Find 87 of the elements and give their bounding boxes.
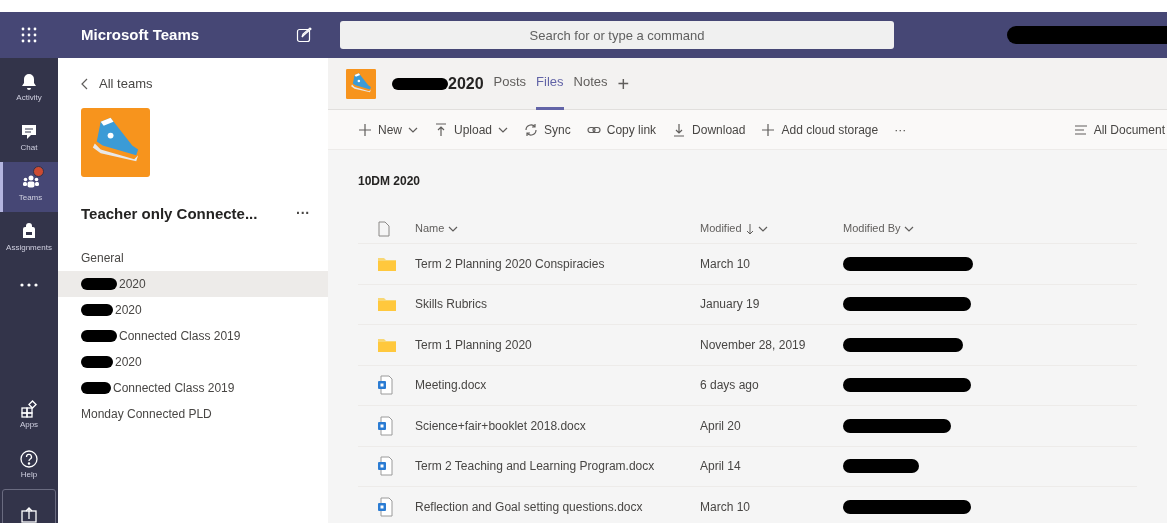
toolbar-button[interactable]: New (358, 120, 418, 139)
toolbar-button[interactable]: Download (672, 120, 746, 139)
upload-icon (434, 122, 448, 137)
plus-icon (761, 122, 776, 137)
tab[interactable]: Posts (493, 57, 527, 110)
file-type-icon (378, 220, 390, 237)
column-header[interactable]: Modified (700, 220, 843, 237)
sync-icon (524, 122, 539, 137)
folder-breadcrumb: 10DM 2020 (358, 174, 421, 188)
rail-item[interactable]: Chat (0, 112, 58, 162)
file-row[interactable]: Meeting.docx 6 days ago (358, 365, 1137, 406)
channel-name: Monday Connected PLD (81, 406, 212, 423)
back-link[interactable]: All teams (58, 74, 328, 94)
file-row[interactable]: Skills Rubrics January 19 (358, 284, 1137, 325)
channel-item[interactable]: Connected Class 2019 (58, 323, 328, 349)
file-name: Reflection and Goal setting questions.docx (415, 498, 644, 516)
folder-icon (377, 296, 397, 313)
channel-name: 2020 (115, 302, 142, 319)
team-logo-icon (81, 107, 150, 177)
channel-item[interactable]: 2020 (58, 271, 328, 297)
file-name: Meeting.docx (415, 377, 488, 395)
folder-icon (377, 255, 397, 272)
document-icon (377, 496, 393, 517)
more-button[interactable]: ··· (296, 203, 310, 225)
sort-down-icon (745, 222, 754, 235)
rail-item[interactable]: Activity (0, 62, 58, 112)
document-icon (377, 415, 393, 436)
modified-date: November 28, 2019 (700, 336, 807, 354)
file-name: Skills Rubrics (415, 296, 488, 314)
more-button[interactable]: ··· (894, 120, 907, 139)
app-launcher-icon[interactable] (21, 27, 37, 43)
view-selector[interactable]: All Document (1073, 120, 1165, 139)
compose-icon[interactable] (296, 27, 312, 43)
channel-item[interactable]: Connected Class 2019 (58, 375, 328, 401)
toolbar-button[interactable]: Copy link (586, 120, 657, 139)
channel-item[interactable]: Monday Connected PLD (58, 401, 328, 427)
tab[interactable]: Notes (573, 57, 608, 110)
channel-item[interactable]: 2020 (58, 297, 328, 323)
search-field[interactable]: Search for or type a command (340, 21, 894, 49)
column-header[interactable]: Modified By (843, 220, 915, 237)
apps-icon (19, 399, 39, 419)
bell-icon (19, 72, 39, 92)
file-row[interactable]: Science+fair+booklet 2018.docx April 20 (358, 406, 1137, 447)
help-icon (19, 449, 39, 469)
rail-item[interactable]: Help (0, 439, 58, 489)
modified-date: March 10 (700, 255, 752, 273)
list-icon (1073, 123, 1088, 136)
file-row[interactable]: Term 2 Planning 2020 Conspiracies March 10 (358, 244, 1137, 285)
plus-icon (358, 122, 372, 137)
download-icon (672, 122, 687, 137)
team-name: Teacher only Connecte... (81, 203, 258, 224)
channel-item[interactable]: General (58, 245, 328, 271)
file-row[interactable]: Reflection and Goal setting questions.docx March 10 (358, 487, 1137, 523)
rail-item[interactable]: Apps (0, 389, 58, 439)
chat-icon (19, 122, 39, 142)
modified-date: April 20 (700, 417, 742, 435)
modified-date: 6 days ago (700, 377, 760, 395)
toolbar-button[interactable]: Add cloud storage (761, 120, 879, 139)
add-tab-button[interactable]: + (617, 73, 630, 94)
toolbar-button[interactable]: Upload (434, 120, 509, 139)
file-name: Science+fair+booklet 2018.docx (415, 417, 587, 435)
more-icon (19, 281, 39, 289)
file-name: Term 1 Planning 2020 (415, 336, 533, 354)
file-row[interactable]: Term 1 Planning 2020 November 28, 2019 (358, 325, 1137, 366)
document-icon (377, 375, 393, 396)
file-name: Term 2 Planning 2020 Conspiracies (415, 255, 606, 273)
team-logo-icon (346, 68, 376, 99)
column-header[interactable]: Name (415, 220, 700, 237)
document-icon (377, 456, 393, 477)
modified-date: January 19 (700, 296, 761, 314)
rail-item[interactable]: Assignments (0, 212, 58, 262)
app-title: Microsoft Teams (81, 24, 200, 45)
channel-name: General (81, 250, 124, 267)
modified-date: March 10 (700, 498, 752, 516)
chevron-left-icon (81, 77, 89, 90)
modified-date: April 14 (700, 458, 742, 476)
folder-icon (377, 336, 397, 353)
channel-title: 2020 (448, 73, 484, 94)
file-name: Term 2 Teaching and Learning Program.docx (415, 458, 656, 476)
channel-name: 2020 (119, 276, 146, 293)
channel-name: Connected Class 2019 (119, 328, 241, 345)
toolbar-button[interactable]: Sync (524, 120, 571, 139)
channel-name: Connected Class 2019 (113, 380, 235, 397)
rail-item[interactable]: Teams (0, 162, 58, 212)
channel-name: 2020 (115, 354, 142, 371)
channel-item[interactable]: 2020 (58, 349, 328, 375)
file-row[interactable]: Term 2 Teaching and Learning Program.docx April 14 (358, 446, 1137, 487)
